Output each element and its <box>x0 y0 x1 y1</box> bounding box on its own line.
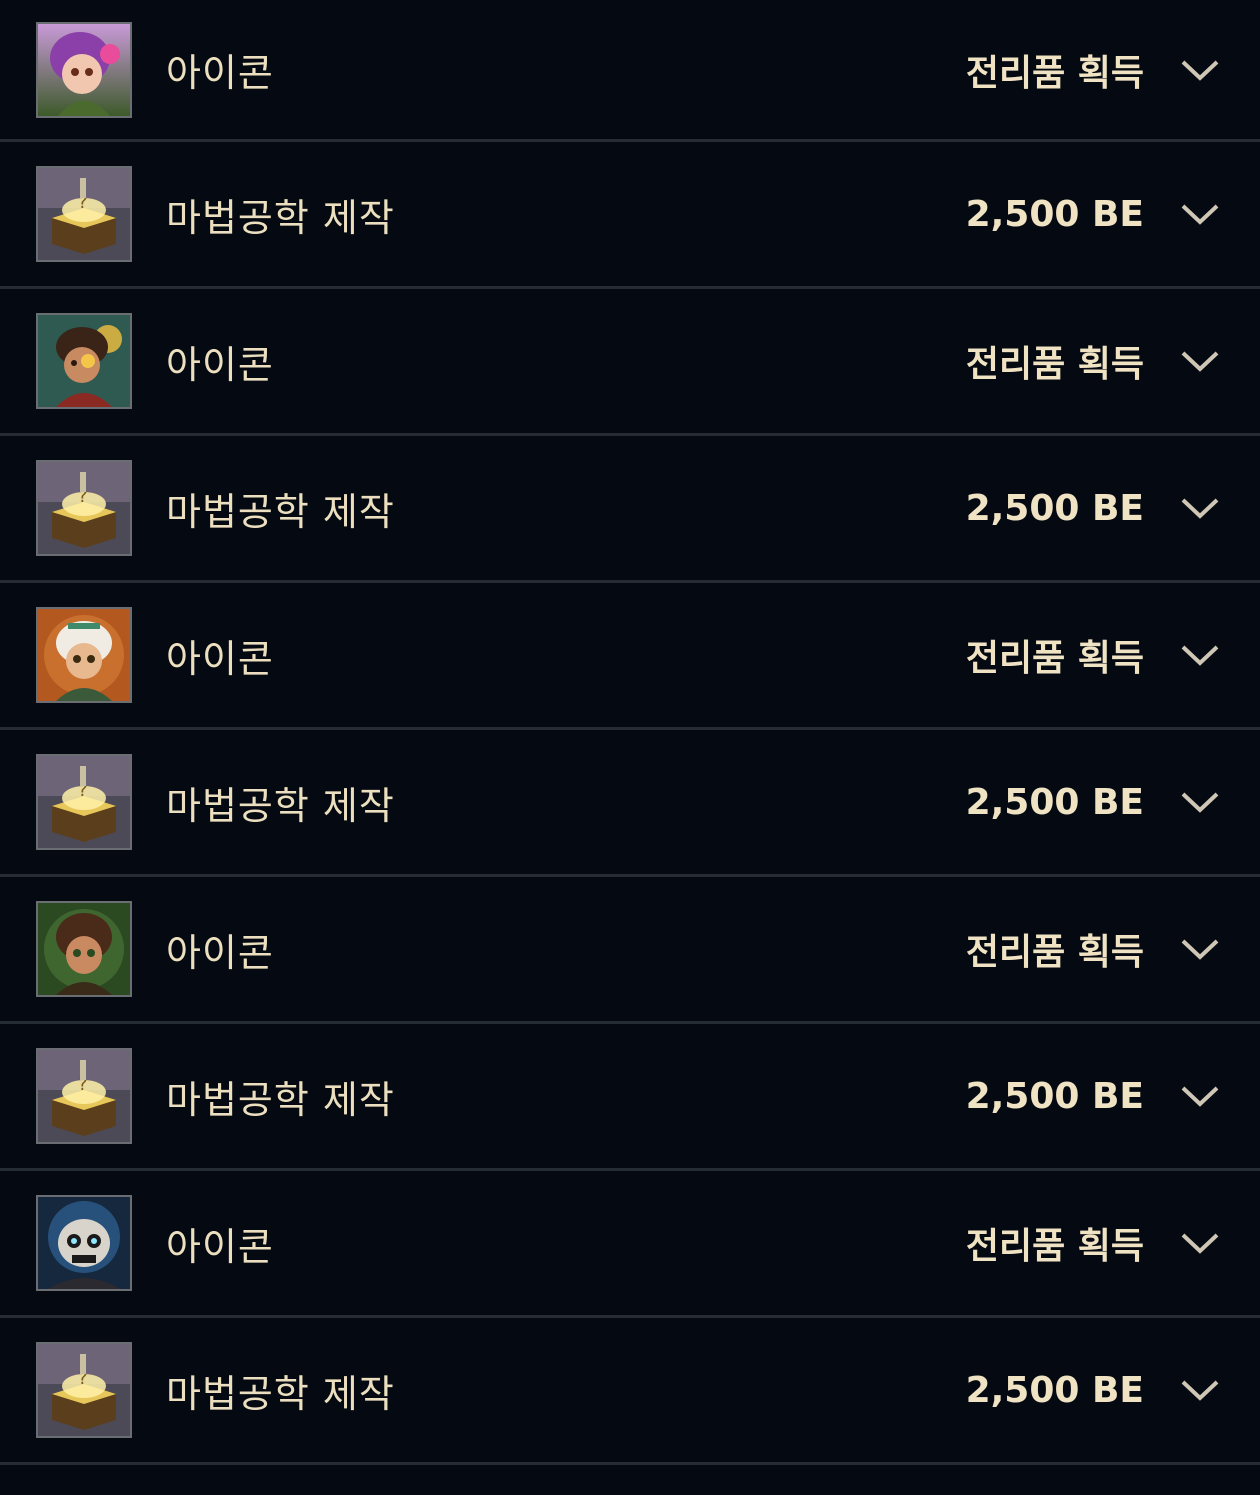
chevron-down-icon[interactable] <box>1180 202 1220 226</box>
champion-icon <box>36 901 132 997</box>
row-value: 2,500 BE <box>965 487 1144 529</box>
chevron-down-icon[interactable] <box>1180 349 1220 373</box>
hextech-chest-icon: ? <box>36 1048 132 1144</box>
loot-row[interactable]: ? 마법공학 제작 2,500 BE <box>0 730 1260 877</box>
loot-list: 아이콘 전리품 획득 ? 마법공학 제작 2,500 BE 아이콘 전리품 획득… <box>0 0 1260 1495</box>
row-value: 2,500 BE <box>965 781 1144 823</box>
loot-row[interactable]: ? 마법공학 제작 2,500 BE <box>0 142 1260 289</box>
hextech-chest-icon: ? <box>36 754 132 850</box>
chevron-down-icon[interactable] <box>1180 643 1220 667</box>
champion-icon <box>36 607 132 703</box>
row-title: 아이콘 <box>166 636 274 681</box>
row-value: 2,500 BE <box>965 1075 1144 1117</box>
chevron-down-icon[interactable] <box>1180 496 1220 520</box>
loot-row[interactable]: 아이콘 전리품 획득 <box>0 289 1260 436</box>
loot-row[interactable]: 아이콘 전리품 획득 <box>0 877 1260 1024</box>
loot-row[interactable]: 아이콘 전리품 획득 <box>0 583 1260 730</box>
row-value: 전리품 획득 <box>965 344 1144 385</box>
row-title: 마법공학 제작 <box>166 195 395 240</box>
row-title: 아이콘 <box>166 342 274 387</box>
row-value: 전리품 획득 <box>965 638 1144 679</box>
list-continuation <box>0 1465 1260 1495</box>
hextech-chest-icon: ? <box>36 1342 132 1438</box>
loot-row[interactable]: ? 마법공학 제작 2,500 BE <box>0 436 1260 583</box>
champion-icon <box>36 313 132 409</box>
row-value: 전리품 획득 <box>965 52 1144 94</box>
loot-row[interactable]: 아이콘 전리품 획득 <box>0 0 1260 142</box>
row-value: 전리품 획득 <box>965 1226 1144 1267</box>
loot-row[interactable]: 아이콘 전리품 획득 <box>0 1171 1260 1318</box>
hextech-chest-icon: ? <box>36 166 132 262</box>
chevron-down-icon[interactable] <box>1180 790 1220 814</box>
loot-row[interactable]: ? 마법공학 제작 2,500 BE <box>0 1318 1260 1465</box>
chevron-down-icon[interactable] <box>1180 1378 1220 1402</box>
champion-icon <box>36 1195 132 1291</box>
chevron-down-icon[interactable] <box>1180 1084 1220 1108</box>
row-title: 마법공학 제작 <box>166 1077 395 1122</box>
row-title: 아이콘 <box>166 930 274 975</box>
row-title: 아이콘 <box>166 1224 274 1269</box>
chevron-down-icon[interactable] <box>1180 937 1220 961</box>
chevron-down-icon[interactable] <box>1180 1231 1220 1255</box>
row-title: 아이콘 <box>166 51 274 95</box>
hextech-chest-icon: ? <box>36 460 132 556</box>
row-title: 마법공학 제작 <box>166 783 395 828</box>
row-value: 2,500 BE <box>965 193 1144 235</box>
row-value: 2,500 BE <box>965 1369 1144 1411</box>
loot-row[interactable]: ? 마법공학 제작 2,500 BE <box>0 1024 1260 1171</box>
row-value: 전리품 획득 <box>965 932 1144 973</box>
row-title: 마법공학 제작 <box>166 1371 395 1416</box>
chevron-down-icon[interactable] <box>1180 58 1220 82</box>
champion-icon <box>36 21 132 118</box>
row-title: 마법공학 제작 <box>166 489 395 534</box>
